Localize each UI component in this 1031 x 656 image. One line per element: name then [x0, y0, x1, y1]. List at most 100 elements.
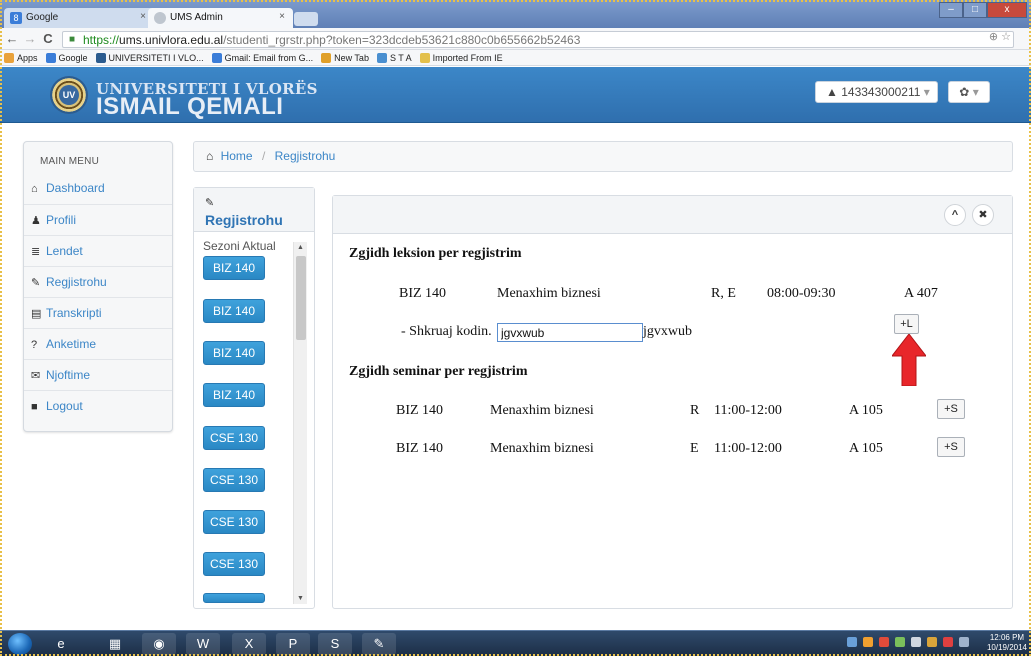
bookmark-item[interactable]: Gmail: Email from G...: [211, 52, 313, 63]
adobe-icon[interactable]: [943, 637, 953, 647]
bookmark-label: Apps: [17, 52, 38, 63]
course-button[interactable]: CSE 130: [203, 468, 265, 492]
sidebar-item-njoftime[interactable]: ✉ Njoftime: [24, 359, 172, 390]
logo-text: UV: [59, 85, 79, 105]
bookmark-label: New Tab: [334, 52, 369, 63]
sidebar-item-transkripti[interactable]: ▤ Transkripti: [24, 297, 172, 328]
browser-title-bar: 8 Google × UMS Admin × – □ x: [0, 0, 1031, 28]
google-icon: [45, 52, 56, 63]
course-button[interactable]: CSE 130: [203, 426, 265, 450]
check-icon: [376, 52, 387, 63]
scrollbar-thumb[interactable]: [296, 256, 306, 340]
tab-label: UMS Admin: [170, 12, 223, 23]
flag-icon[interactable]: [927, 637, 937, 647]
tab-ums-admin[interactable]: UMS Admin ×: [148, 8, 293, 28]
close-panel-button[interactable]: ✖: [972, 204, 994, 226]
powerpoint-icon[interactable]: P: [276, 633, 310, 655]
reload-button[interactable]: C: [40, 31, 56, 46]
skype-icon[interactable]: S: [318, 633, 352, 655]
course-button[interactable]: BIZ 140: [203, 299, 265, 323]
add-seminar-button[interactable]: +S: [937, 399, 965, 419]
maximize-button[interactable]: □: [963, 2, 987, 18]
code-input[interactable]: [497, 323, 643, 342]
taskbar-clock[interactable]: 12:06 PM 10/19/2014: [987, 633, 1027, 653]
back-button[interactable]: ←: [4, 31, 20, 46]
course-button[interactable]: BIZ 140: [203, 383, 265, 407]
bookmark-item[interactable]: S T A: [376, 52, 412, 63]
sidebar-item-anketime[interactable]: ? Anketime: [24, 328, 172, 359]
ie-icon[interactable]: e: [44, 633, 78, 655]
download-icon: [321, 52, 332, 63]
add-lecture-button[interactable]: +L: [894, 314, 919, 334]
tab-close-icon[interactable]: ×: [140, 11, 146, 22]
network-icon[interactable]: [847, 637, 857, 647]
question-icon: ?: [31, 339, 38, 351]
excel-icon[interactable]: X: [232, 633, 266, 655]
seminar-day: E: [690, 441, 699, 456]
course-button[interactable]: BIZ 140: [203, 341, 265, 365]
sidebar-item-label: Dashboard: [46, 181, 105, 195]
word-icon[interactable]: W: [186, 633, 220, 655]
sidebar-item-dashboard[interactable]: ⌂ Dashboard: [24, 173, 172, 204]
season-label: Sezoni Aktual: [203, 239, 276, 253]
close-window-button[interactable]: x: [987, 2, 1027, 18]
bookmark-item[interactable]: Imported From IE: [419, 52, 503, 63]
sidebar-item-regjistrohu[interactable]: ✎ Regjistrohu: [24, 266, 172, 297]
course-button[interactable]: CSE 130: [203, 552, 265, 576]
add-seminar-button[interactable]: +S: [937, 437, 965, 457]
course-button-partial[interactable]: [203, 593, 265, 603]
home-icon: ⌂: [206, 149, 214, 163]
chevron-down-icon: ▾: [972, 85, 979, 99]
seminar-time: 11:00-12:00: [714, 441, 782, 456]
url-input[interactable]: ■ https://ums.univlora.edu.al/studenti_r…: [62, 31, 1014, 48]
seminar-name: Menaxhim biznesi: [490, 441, 594, 456]
sidebar-item-logout[interactable]: ■ Logout: [24, 390, 172, 421]
bookmark-item[interactable]: New Tab: [321, 52, 369, 63]
battery-icon[interactable]: [895, 637, 905, 647]
apps-icon: [4, 52, 14, 63]
updates-icon[interactable]: [863, 637, 873, 647]
breadcrumb-current[interactable]: Regjistrohu: [275, 149, 336, 163]
settings-button[interactable]: ✿ ▾: [948, 81, 990, 103]
breadcrumb-separator: /: [261, 149, 266, 163]
paint-icon[interactable]: ✎: [362, 633, 396, 655]
collapse-button[interactable]: ^: [944, 204, 966, 226]
user-menu-button[interactable]: ▲ 143343000211 ▾: [815, 81, 938, 103]
seminar-name: Menaxhim biznesi: [490, 403, 594, 418]
lock-icon: ■: [31, 401, 38, 413]
tab-google[interactable]: 8 Google ×: [4, 8, 154, 28]
bookmark-item[interactable]: Apps: [4, 52, 38, 63]
volume-icon[interactable]: [911, 637, 921, 647]
sidebar-item-label: Profili: [46, 213, 77, 227]
scroll-up-icon[interactable]: ▲: [297, 244, 304, 251]
scroll-down-icon[interactable]: ▼: [297, 595, 304, 602]
course-list-scrollbar[interactable]: ▲ ▼: [293, 242, 307, 604]
antivirus-icon[interactable]: [879, 637, 889, 647]
bookmark-item[interactable]: Google: [45, 52, 88, 63]
minimize-button[interactable]: –: [939, 2, 963, 18]
sidebar-item-profili[interactable]: ♟ Profili: [24, 204, 172, 235]
zoom-star-icons[interactable]: ⊕ ☆: [989, 30, 1011, 43]
google-icon: 8: [10, 12, 22, 24]
chrome-icon[interactable]: ◉: [142, 633, 176, 655]
show-desktop-icon[interactable]: [959, 637, 969, 647]
course-button[interactable]: BIZ 140: [203, 256, 265, 280]
address-bar-row: ← → C ■ https://ums.univlora.edu.al/stud…: [0, 28, 1031, 50]
code-label: - Shkruaj kodin.: [401, 324, 492, 339]
course-button[interactable]: CSE 130: [203, 510, 265, 534]
forward-button[interactable]: →: [22, 31, 38, 46]
explorer-icon[interactable]: ▦: [98, 633, 132, 655]
google-icon: [211, 52, 222, 63]
red-arrow-annotation: [892, 334, 926, 386]
bookmark-label: UNIVERSITETI I VLO...: [108, 52, 204, 63]
tab-close-icon[interactable]: ×: [279, 11, 285, 22]
sidebar-item-lendet[interactable]: ≣ Lendet: [24, 235, 172, 266]
bookmarks-bar: Apps Google UNIVERSITETI I VLO... Gmail: Em…: [0, 50, 1031, 66]
bookmark-item[interactable]: UNIVERSITETI I VLO...: [95, 52, 204, 63]
start-button[interactable]: [8, 633, 32, 655]
breadcrumb-home-link[interactable]: Home: [221, 149, 253, 163]
main-menu: MAIN MENU ⌂ Dashboard ♟ Profili ≣ Lendet ✎ Regj…: [23, 141, 173, 432]
lecture-room: A 407: [904, 286, 938, 301]
new-tab-button[interactable]: [294, 12, 318, 26]
list-icon: ≣: [31, 246, 41, 258]
